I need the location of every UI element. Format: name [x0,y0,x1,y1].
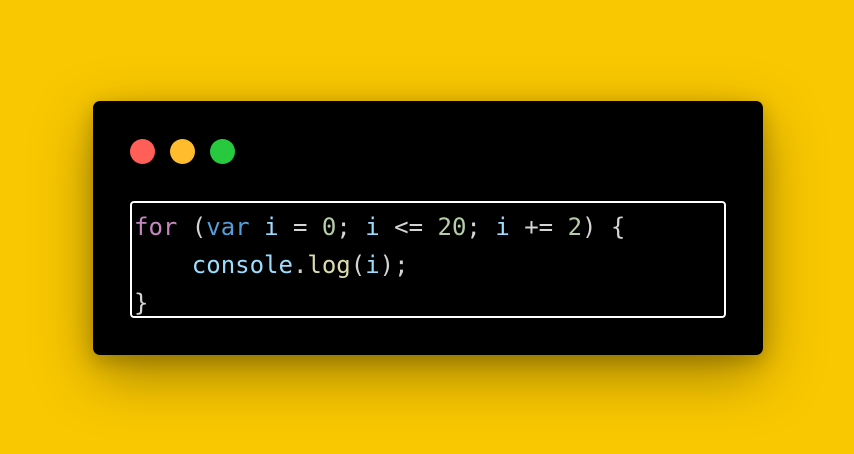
code-token-punct: ; [466,213,496,241]
code-line: for (var i = 0; i <= 20; i += 2) { [134,208,724,246]
code-block: for (var i = 0; i <= 20; i += 2) { conso… [130,201,726,318]
minimize-dot-icon[interactable] [170,139,195,164]
code-token-punct: ) { [582,213,626,241]
close-dot-icon[interactable] [130,139,155,164]
code-token-keyword: for [134,213,178,241]
code-token-punct: <= [379,213,438,241]
code-token-var: i [264,213,279,241]
code-token-var: console [191,251,293,279]
code-token-num: 20 [437,213,467,241]
code-token-var: i [365,251,380,279]
code-line: } [134,284,724,322]
code-token-punct [250,213,264,241]
code-token-punct: ); [379,251,409,279]
code-token-punct: = [278,213,322,241]
code-token-punct: ( [350,251,366,279]
maximize-dot-icon[interactable] [210,139,235,164]
code-token-punct: ; [336,213,366,241]
code-token-var: i [365,213,380,241]
code-token-punct [134,251,192,279]
code-token-num: 2 [567,213,583,241]
code-token-punct: . [292,251,308,279]
code-token-num: 0 [321,213,337,241]
code-token-storage: var [206,213,250,241]
code-token-fn: log [307,251,351,279]
code-line: console.log(i); [134,246,724,284]
code-token-punct: ( [177,213,207,241]
code-token-var: i [495,213,510,241]
code-token-punct: } [134,289,149,317]
code-window: for (var i = 0; i <= 20; i += 2) { conso… [93,101,763,355]
code-token-punct: += [509,213,568,241]
